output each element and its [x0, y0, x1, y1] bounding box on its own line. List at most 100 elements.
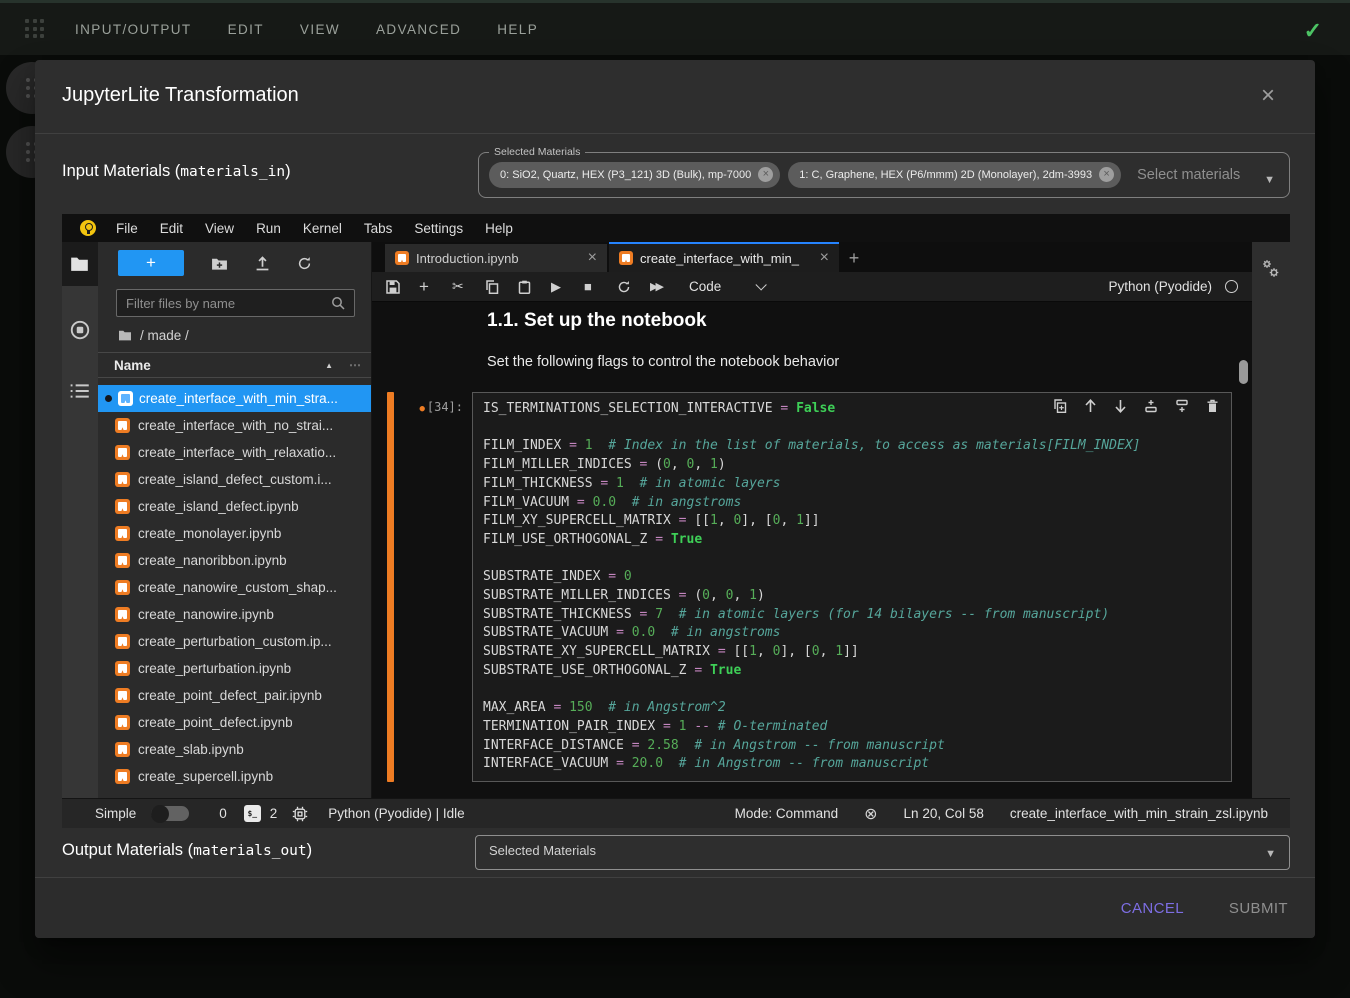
add-cell-icon[interactable]: +	[419, 277, 452, 297]
tab-create-interface-with-min-[interactable]: create_interface_with_min_×	[609, 242, 839, 272]
file-list-item[interactable]: create_point_defect_pair.ipynb	[98, 682, 371, 709]
cell-type-dropdown[interactable]: Code	[689, 279, 763, 294]
jlab-menu-kernel[interactable]: Kernel	[292, 221, 353, 236]
file-list-item[interactable]: create_nanoribbon.ipynb	[98, 547, 371, 574]
cancel-button[interactable]: CANCEL	[1121, 900, 1184, 917]
name-column-header[interactable]: Name ▲ ⋯	[98, 352, 371, 378]
tab-close-icon[interactable]: ×	[588, 250, 597, 266]
file-browser-icon[interactable]	[70, 255, 89, 272]
jlab-menu-tabs[interactable]: Tabs	[353, 221, 404, 236]
code-line: SUBSTRATE_USE_ORTHOGONAL_Z = True	[483, 662, 1221, 681]
breadcrumb[interactable]: / made /	[98, 323, 371, 347]
new-launcher-button[interactable]: +	[118, 250, 184, 276]
app-logo-icon[interactable]	[25, 19, 45, 39]
material-chip[interactable]: 0: SiO2, Quartz, HEX (P3_121) 3D (Bulk),…	[489, 162, 780, 188]
app-menu-input-output[interactable]: INPUT/OUTPUT	[75, 22, 192, 37]
insert-cell-below-icon[interactable]	[1175, 399, 1189, 413]
folder-icon	[118, 329, 132, 341]
filter-files-input[interactable]: Filter files by name	[116, 289, 355, 317]
duplicate-cell-icon[interactable]	[1053, 399, 1067, 413]
selected-materials-field[interactable]: Selected Materials 0: SiO2, Quartz, HEX …	[478, 146, 1290, 198]
running-kernels-icon[interactable]	[70, 320, 90, 340]
upload-icon[interactable]	[255, 256, 270, 271]
file-list-item[interactable]: create_point_defect.ipynb	[98, 709, 371, 736]
lightbulb-icon[interactable]	[80, 220, 96, 236]
material-chip[interactable]: 1: C, Graphene, HEX (P6/mmm) 2D (Monolay…	[788, 162, 1121, 188]
simple-mode-toggle[interactable]	[151, 806, 189, 821]
file-list-item[interactable]: create_perturbation_custom.ip...	[98, 628, 371, 655]
jupyterlab-menubar: FileEditViewRunKernelTabsSettingsHelp	[62, 214, 1290, 242]
add-tab-button[interactable]: +	[839, 244, 869, 272]
app-menu-advanced[interactable]: ADVANCED	[376, 22, 461, 37]
file-list-item[interactable]: create_monolayer.ipynb	[98, 520, 371, 547]
check-icon[interactable]: ✓	[1304, 18, 1322, 44]
tab-close-icon[interactable]: ×	[820, 250, 829, 266]
notebook-file-icon	[115, 634, 130, 649]
stop-icon[interactable]: ■	[584, 279, 617, 294]
jlab-menu-edit[interactable]: Edit	[149, 221, 194, 236]
file-list-item[interactable]: create_island_defect_custom.i...	[98, 466, 371, 493]
kernel-chip-icon[interactable]	[292, 806, 308, 822]
save-icon[interactable]	[386, 280, 419, 294]
close-icon[interactable]: ×	[1261, 84, 1275, 108]
app-menu-edit[interactable]: EDIT	[228, 22, 264, 37]
output-materials-select[interactable]: Selected Materials ▼	[475, 835, 1290, 870]
jupyterlite-transformation-dialog: JupyterLite Transformation × Input Mater…	[35, 60, 1315, 938]
jlab-menu-settings[interactable]: Settings	[403, 221, 474, 236]
terminal-icon[interactable]: $_	[244, 805, 261, 822]
table-of-contents-icon[interactable]	[70, 382, 90, 400]
refresh-icon[interactable]	[297, 256, 312, 271]
file-list-item[interactable]: create_nanowire_custom_shap...	[98, 574, 371, 601]
sort-ascending-icon: ▲	[325, 361, 333, 370]
code-editor[interactable]: IS_TERMINATIONS_SELECTION_INTERACTIVE = …	[472, 392, 1232, 782]
copy-icon[interactable]	[485, 280, 518, 294]
move-cell-down-icon[interactable]	[1114, 399, 1127, 413]
file-list-item[interactable]: create_island_defect.ipynb	[98, 493, 371, 520]
trust-shield-icon[interactable]: ⊗	[864, 804, 877, 824]
scrollbar-thumb[interactable]	[1239, 360, 1248, 384]
file-list-item[interactable]: create_supercell.ipynb	[98, 763, 371, 790]
file-list-item[interactable]: create_slab.ipynb	[98, 736, 371, 763]
notification-count[interactable]: 0	[219, 806, 227, 821]
code-line	[483, 419, 1221, 438]
jlab-menu-run[interactable]: Run	[245, 221, 292, 236]
run-icon[interactable]: ▶	[551, 279, 584, 295]
chip-delete-icon[interactable]: ×	[758, 167, 773, 182]
more-options-icon[interactable]: ⋯	[349, 358, 361, 372]
chevron-down-icon[interactable]: ▼	[1264, 174, 1275, 186]
app-menu-help[interactable]: HELP	[497, 22, 538, 37]
kernel-status-text[interactable]: Python (Pyodide) | Idle	[328, 806, 464, 821]
tab-introduction-ipynb[interactable]: Introduction.ipynb×	[385, 244, 607, 272]
select-materials-placeholder[interactable]: Select materials	[1137, 167, 1240, 183]
restart-run-all-icon[interactable]: ▶▶	[650, 280, 683, 293]
file-list-item[interactable]: create_interface_with_no_strai...	[98, 412, 371, 439]
dirty-dot-icon: ●	[419, 404, 424, 414]
chip-delete-icon[interactable]: ×	[1099, 167, 1114, 182]
notebook-file-icon	[115, 715, 130, 730]
notebook-toolbar: + ✂ ▶ ■ ▶▶ Code	[372, 272, 1252, 302]
activity-bar	[62, 242, 98, 798]
file-list-item[interactable]: create_interface_with_min_stra...	[98, 385, 371, 412]
jlab-menu-help[interactable]: Help	[474, 221, 524, 236]
jlab-menu-view[interactable]: View	[194, 221, 245, 236]
move-cell-up-icon[interactable]	[1084, 399, 1097, 413]
code-line: TERMINATION_PAIR_INDEX = 1 -- # O-termin…	[483, 718, 1221, 737]
jlab-menu-file[interactable]: File	[105, 221, 149, 236]
status-bar: Simple 0 $_ 2 Python (Pyodide) | Idle Mo…	[62, 798, 1290, 828]
kernel-indicator[interactable]: Python (Pyodide)	[1108, 279, 1238, 294]
submit-button[interactable]: SUBMIT	[1229, 900, 1288, 917]
delete-cell-icon[interactable]	[1206, 399, 1219, 413]
file-list-item[interactable]: create_nanowire.ipynb	[98, 601, 371, 628]
paste-icon[interactable]	[518, 280, 551, 294]
app-menu-view[interactable]: VIEW	[300, 22, 340, 37]
file-list-item[interactable]: create_perturbation.ipynb	[98, 655, 371, 682]
new-folder-icon[interactable]	[211, 256, 228, 271]
code-cell[interactable]: ●[34]: IS_TERMINATIONS_SELECTION_INTERAC…	[387, 392, 1232, 782]
insert-cell-above-icon[interactable]	[1144, 399, 1158, 413]
file-list-item[interactable]: create_interface_with_relaxatio...	[98, 439, 371, 466]
file-browser-toolbar: +	[98, 242, 371, 284]
cut-icon[interactable]: ✂	[452, 278, 485, 295]
notebook-file-icon	[115, 553, 130, 568]
settings-gears-icon[interactable]	[1260, 258, 1282, 280]
restart-kernel-icon[interactable]	[617, 280, 650, 294]
